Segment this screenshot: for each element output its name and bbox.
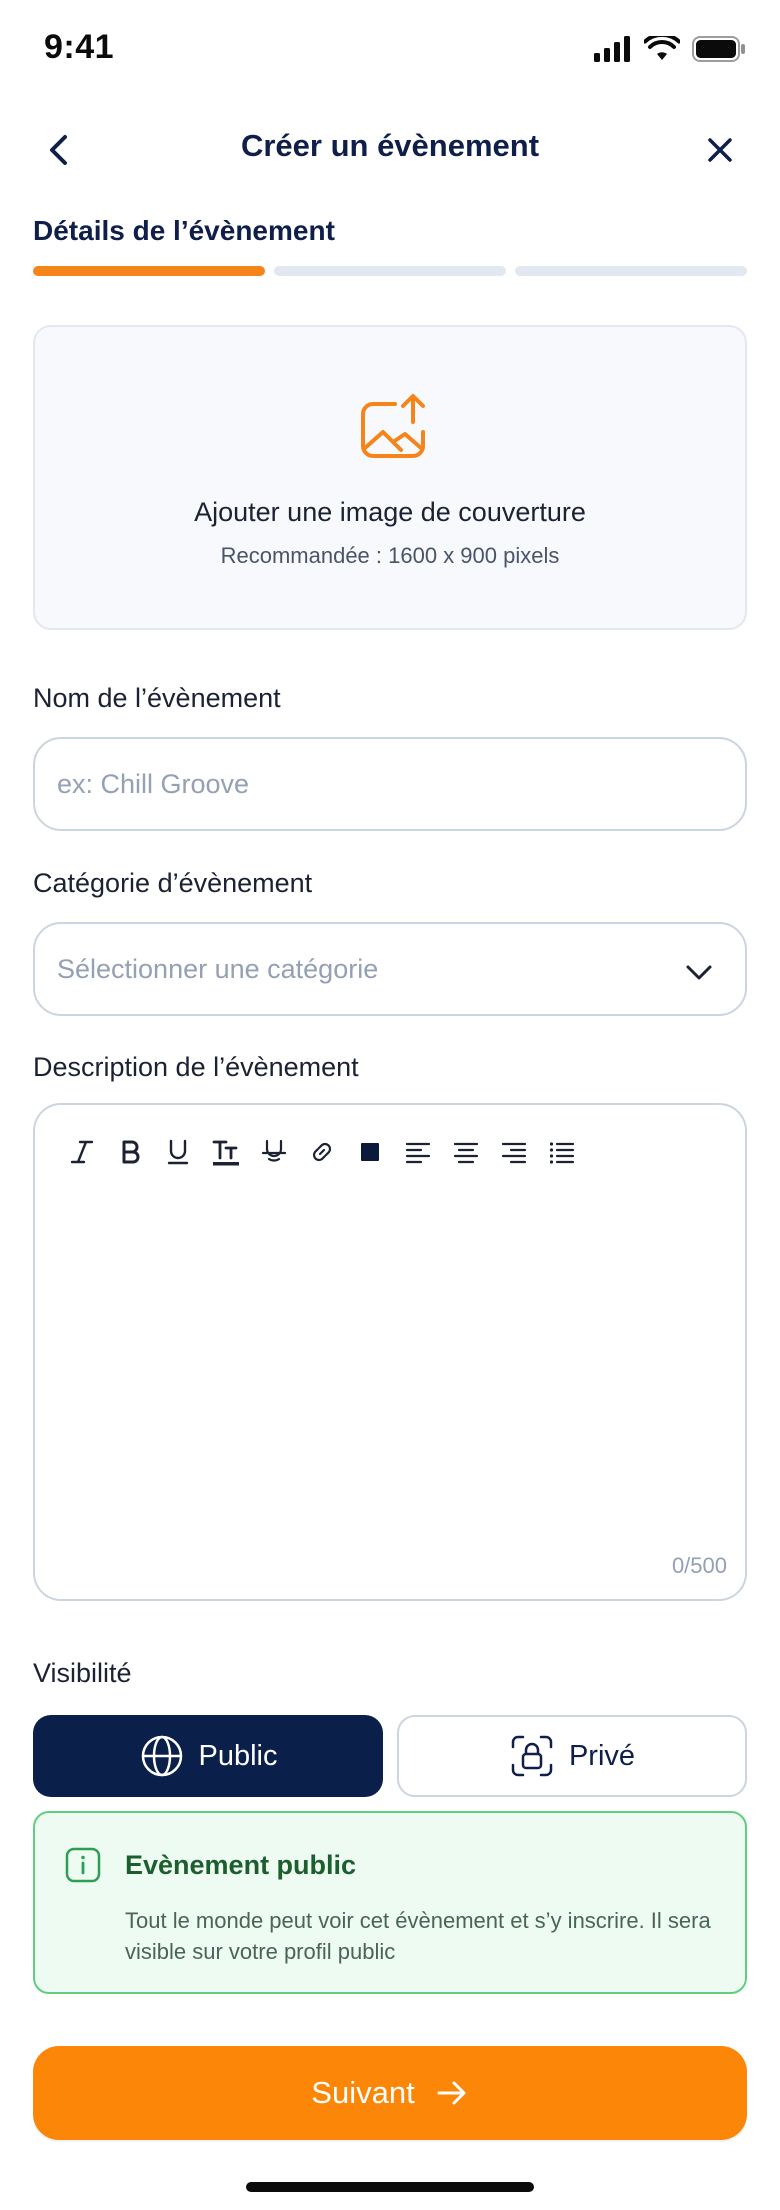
arrow-right-icon — [437, 2081, 466, 2105]
cover-upload-hint: Recommandée : 1600 x 900 pixels — [220, 543, 560, 568]
cover-upload-title: Ajouter une image de couverture — [194, 497, 586, 527]
chevron-down-icon — [686, 965, 712, 980]
info-text: Tout le monde peut voir cet évènement et… — [125, 1908, 711, 1964]
progress-step-3 — [515, 266, 747, 276]
link-button[interactable] — [305, 1135, 339, 1169]
category-placeholder: Sélectionner une catégorie — [57, 954, 379, 984]
info-icon — [65, 1847, 101, 1883]
next-button[interactable]: Suivant — [33, 2046, 747, 2140]
strikethrough-button[interactable] — [257, 1135, 291, 1169]
status-time: 9:41 — [44, 28, 115, 66]
image-upload-icon — [361, 394, 425, 458]
align-left-button[interactable] — [401, 1135, 435, 1169]
category-select[interactable]: Sélectionner une catégorie — [33, 922, 747, 1016]
close-icon — [708, 138, 732, 162]
status-icons — [594, 36, 746, 62]
description-editor: 0/500 — [33, 1103, 747, 1601]
lock-icon — [511, 1735, 553, 1777]
category-label: Catégorie d’évènement — [33, 868, 313, 898]
text-size-button[interactable] — [209, 1135, 243, 1169]
color-swatch-icon — [361, 1143, 379, 1161]
align-left-icon — [405, 1142, 431, 1164]
align-right-icon — [501, 1142, 527, 1164]
bold-icon — [122, 1140, 140, 1164]
battery-icon — [692, 36, 745, 62]
align-center-icon — [453, 1142, 479, 1164]
visibility-label: Visibilité — [33, 1658, 132, 1688]
visibility-info-box: Evènement public Tout le monde peut voir… — [33, 1811, 747, 1994]
status-bar: 9:41 — [0, 0, 780, 110]
step-title: Détails de l’évènement — [33, 215, 335, 246]
underline-button[interactable] — [161, 1135, 195, 1169]
align-center-button[interactable] — [449, 1135, 483, 1169]
event-name-input[interactable]: ex: Chill Groove — [33, 737, 747, 831]
description-textarea[interactable] — [65, 1195, 715, 1539]
align-right-button[interactable] — [497, 1135, 531, 1169]
italic-button[interactable] — [65, 1135, 99, 1169]
bullet-list-button[interactable] — [545, 1135, 579, 1169]
event-name-placeholder: ex: Chill Groove — [57, 769, 250, 799]
progress-step-1 — [33, 266, 265, 276]
home-indicator — [246, 2182, 534, 2192]
text-size-icon — [212, 1140, 239, 1166]
event-name-label: Nom de l’évènement — [33, 683, 281, 713]
text-color-button[interactable] — [353, 1135, 387, 1169]
bullet-list-icon — [549, 1142, 575, 1164]
character-counter: 0/500 — [671, 1553, 727, 1578]
navigation-bar: Créer un évènement — [0, 120, 780, 180]
page-title: Créer un évènement — [240, 128, 540, 163]
visibility-public-button[interactable]: Public — [33, 1715, 383, 1797]
wifi-icon — [644, 36, 680, 60]
close-button[interactable] — [700, 130, 740, 170]
visibility-private-button[interactable]: Privé — [397, 1715, 747, 1797]
globe-icon — [141, 1735, 182, 1777]
link-icon — [312, 1142, 332, 1162]
formatting-toolbar — [65, 1135, 579, 1169]
visibility-private-label: Privé — [568, 1739, 636, 1772]
cellular-signal-icon — [594, 36, 630, 62]
underline-icon — [167, 1139, 189, 1165]
description-label: Description de l’évènement — [33, 1052, 359, 1082]
progress-step-2 — [274, 266, 506, 276]
step-progress — [33, 266, 747, 276]
next-button-label: Suivant — [311, 2075, 415, 2110]
italic-icon — [70, 1140, 94, 1164]
cover-image-upload[interactable]: Ajouter une image de couverture Recomman… — [33, 325, 747, 630]
bold-button[interactable] — [113, 1135, 147, 1169]
visibility-public-label: Public — [198, 1739, 278, 1772]
info-title: Evènement public — [125, 1850, 357, 1880]
strikethrough-icon — [261, 1139, 287, 1162]
